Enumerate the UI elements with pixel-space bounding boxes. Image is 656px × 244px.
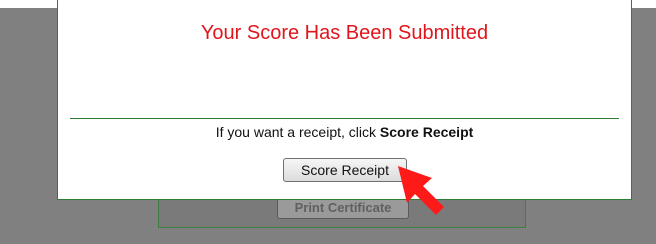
receipt-instruction-emphasis: Score Receipt: [379, 124, 474, 140]
print-certificate-button: Print Certificate: [277, 197, 409, 219]
red-pointer-arrow-icon: [398, 166, 444, 215]
score-submitted-dialog: Your Score Has Been Submitted If you wan…: [57, 0, 632, 200]
dialog-title: Your Score Has Been Submitted: [200, 22, 489, 44]
receipt-instruction-text: If you want a receipt, click: [215, 124, 380, 140]
receipt-instruction: If you want a receipt, click Score Recei…: [58, 124, 631, 140]
arrow-shape: [398, 166, 444, 215]
score-receipt-button[interactable]: Score Receipt: [283, 158, 407, 182]
dialog-divider: [70, 118, 619, 119]
